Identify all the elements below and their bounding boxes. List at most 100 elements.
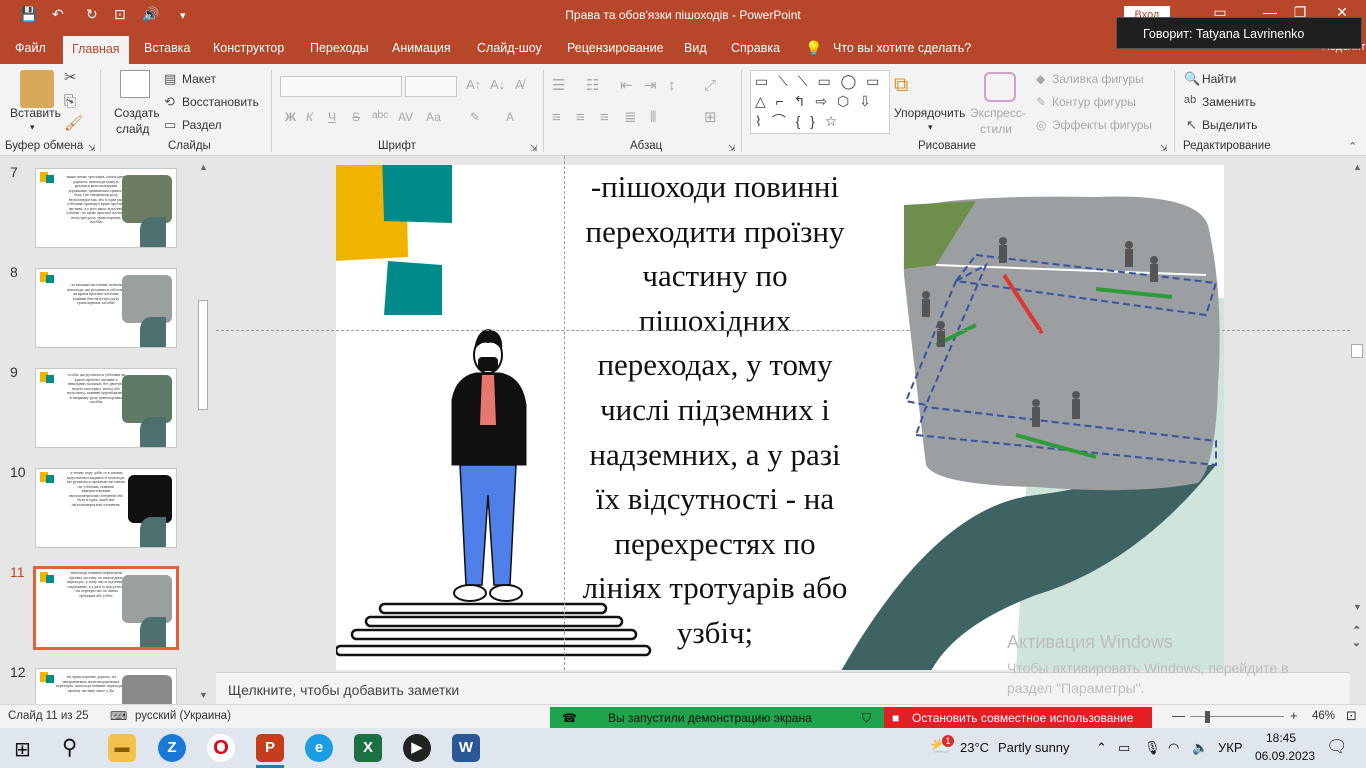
strike-button[interactable]: S: [352, 110, 360, 124]
thumbnail-slide-7[interactable]: -якщо немає тротуарів, пішохідних доріжо…: [35, 168, 177, 248]
battery-icon[interactable]: ▭: [1118, 740, 1130, 756]
editor-scrollbar[interactable]: ▲ ▼ ⏶ ⏷: [1350, 158, 1364, 672]
collapse-ribbon-icon[interactable]: ⌃: [1348, 142, 1357, 153]
edge-icon[interactable]: e: [305, 734, 333, 762]
media-player-icon[interactable]: ▶: [403, 734, 431, 762]
stop-sharing-button[interactable]: ■ Остановить совместное использование: [884, 707, 1152, 729]
new-slide-icon[interactable]: [120, 70, 150, 98]
spacing-icon[interactable]: AV: [398, 110, 413, 124]
align-left-icon[interactable]: ≡: [552, 110, 561, 125]
zoom-out-icon[interactable]: —: [1172, 708, 1185, 723]
fit-slide-icon[interactable]: ⊡: [1346, 708, 1357, 724]
slide-body-text[interactable]: -пішоходи повинні переходити проїзну час…: [560, 165, 870, 656]
slide-canvas[interactable]: -пішоходи повинні переходити проїзну час…: [336, 165, 1224, 670]
paragraph-launcher-icon[interactable]: ⇲: [728, 144, 736, 153]
excel-icon[interactable]: X: [354, 734, 382, 762]
clipboard-launcher-icon[interactable]: ⇲: [88, 144, 96, 153]
text-direction-icon[interactable]: ⤢: [704, 78, 716, 93]
thumbnails-scrollbar[interactable]: ▲ ▼: [196, 158, 210, 704]
tab-insert[interactable]: Вставка: [144, 41, 190, 55]
volume-tray-icon[interactable]: 🔈: [1192, 740, 1208, 756]
format-painter-icon[interactable]: 🖌: [64, 116, 83, 131]
thumbnail-slide-11[interactable]: -пішоходи повинні переходити проїзну час…: [33, 566, 179, 650]
cut-icon[interactable]: ✂: [64, 70, 77, 85]
thumbnail-slide-10[interactable]: -у темну пору доби та в умовах недостатн…: [35, 468, 177, 548]
numbering-icon[interactable]: ☷: [586, 78, 599, 93]
font-launcher-icon[interactable]: ⇲: [530, 144, 538, 153]
zoom-app-icon[interactable]: Z: [158, 734, 186, 762]
quick-styles-button[interactable]: Экспресс-: [970, 106, 1026, 120]
smartart-icon[interactable]: ⊞: [704, 110, 717, 125]
bullets-icon[interactable]: ☰: [552, 78, 565, 93]
show-hidden-icons-icon[interactable]: ⌃: [1096, 740, 1107, 756]
thumbnail-slide-12[interactable]: -на транспортних дорогах, на неохраняемы…: [35, 668, 177, 704]
file-explorer-icon[interactable]: ▬: [108, 734, 136, 762]
windows-start-icon[interactable]: ⊞: [14, 737, 31, 762]
find-button[interactable]: Найти: [1202, 72, 1236, 86]
arrange-button[interactable]: Упорядочить: [894, 106, 965, 120]
underline-button[interactable]: Ч: [328, 110, 336, 124]
quick-styles-label-2[interactable]: стили: [980, 122, 1012, 136]
font-size-combo[interactable]: [405, 76, 457, 97]
shadow-button[interactable]: abc: [372, 110, 388, 121]
bold-button[interactable]: Ж: [285, 110, 296, 124]
align-right-icon[interactable]: ≡: [600, 110, 609, 125]
notifications-icon[interactable]: 🗨: [1326, 737, 1348, 757]
spellcheck-icon[interactable]: ⌨: [110, 709, 127, 723]
line-spacing-icon[interactable]: ↕: [668, 78, 676, 93]
columns-icon[interactable]: ⫴: [650, 110, 656, 125]
drawing-launcher-icon[interactable]: ⇲: [1160, 144, 1168, 153]
notes-placeholder[interactable]: Щелкните, чтобы добавить заметки: [228, 682, 459, 698]
search-icon[interactable]: ⚲: [62, 735, 77, 760]
justify-icon[interactable]: ≣: [624, 110, 637, 125]
case-button[interactable]: Аа: [426, 110, 441, 124]
thumbnail-slide-9[interactable]: -особи, які рухаються узбіччям чи краєм …: [35, 368, 177, 448]
powerpoint-icon[interactable]: P: [256, 734, 284, 762]
clock-time[interactable]: 18:45: [1266, 731, 1296, 745]
zoom-thumb[interactable]: [1205, 711, 1210, 723]
zoom-level[interactable]: 46%: [1312, 710, 1335, 722]
new-slide-button[interactable]: Создать: [114, 106, 160, 120]
word-icon[interactable]: W: [452, 734, 480, 762]
clock-date[interactable]: 06.09.2023: [1255, 749, 1315, 763]
indent-increase-icon[interactable]: ⇥: [644, 78, 657, 93]
highlight-icon[interactable]: ✎: [470, 110, 480, 124]
shapes-gallery[interactable]: ▭ ⟍ ⟍ ▭ ◯ ▭ △ ⌐ ↰ ⇨ ⬡ ⇩ ⌇ ⌒ { } ☆: [750, 70, 890, 134]
section-button[interactable]: Раздел: [182, 118, 222, 132]
align-center-icon[interactable]: ≡: [576, 110, 585, 125]
italic-button[interactable]: К: [306, 110, 313, 124]
opera-icon[interactable]: O: [207, 734, 235, 762]
thumbnail-slide-8[interactable]: -за межами населених пунктів пішоходи, я…: [35, 268, 177, 348]
tab-file[interactable]: Файл: [15, 41, 46, 55]
layout-button[interactable]: Макет: [182, 72, 216, 86]
indent-decrease-icon[interactable]: ⇤: [620, 78, 633, 93]
shape-outline-button[interactable]: Контур фигуры: [1052, 95, 1136, 109]
font-shrink-icon[interactable]: A↓: [490, 78, 505, 91]
zoom-in-icon[interactable]: +: [1290, 708, 1298, 723]
microphone-icon[interactable]: 🎙: [1144, 740, 1161, 756]
paste-button[interactable]: Вставить: [10, 106, 61, 120]
font-name-combo[interactable]: [280, 76, 402, 97]
font-color-icon[interactable]: A: [506, 110, 514, 124]
tab-home[interactable]: Главная: [63, 36, 129, 64]
input-language[interactable]: УКР: [1218, 740, 1243, 755]
new-slide-label-2[interactable]: слайд: [116, 122, 149, 136]
tab-transitions[interactable]: Переходы: [310, 41, 369, 55]
language-indicator[interactable]: русский (Украина): [135, 710, 231, 722]
tab-slideshow[interactable]: Слайд-шоу: [477, 41, 542, 55]
shape-fill-button[interactable]: Заливка фигуры: [1052, 72, 1144, 86]
weather-temp[interactable]: 23°C: [960, 740, 989, 755]
tab-help[interactable]: Справка: [731, 41, 780, 55]
tab-view[interactable]: Вид: [684, 41, 707, 55]
wifi-icon[interactable]: ◠: [1168, 740, 1179, 756]
shape-effects-button[interactable]: Эффекты фигуры: [1052, 118, 1152, 132]
clear-format-icon[interactable]: A̸: [515, 78, 524, 91]
paste-icon[interactable]: [20, 70, 54, 108]
tell-me-search[interactable]: Что вы хотите сделать?: [833, 41, 971, 55]
tab-design[interactable]: Конструктор: [213, 41, 284, 55]
replace-button[interactable]: Заменить: [1202, 95, 1256, 109]
reset-button[interactable]: Восстановить: [182, 95, 259, 109]
tab-review[interactable]: Рецензирование: [567, 41, 664, 55]
tab-animations[interactable]: Анимация: [392, 41, 451, 55]
select-button[interactable]: Выделить: [1202, 118, 1257, 132]
